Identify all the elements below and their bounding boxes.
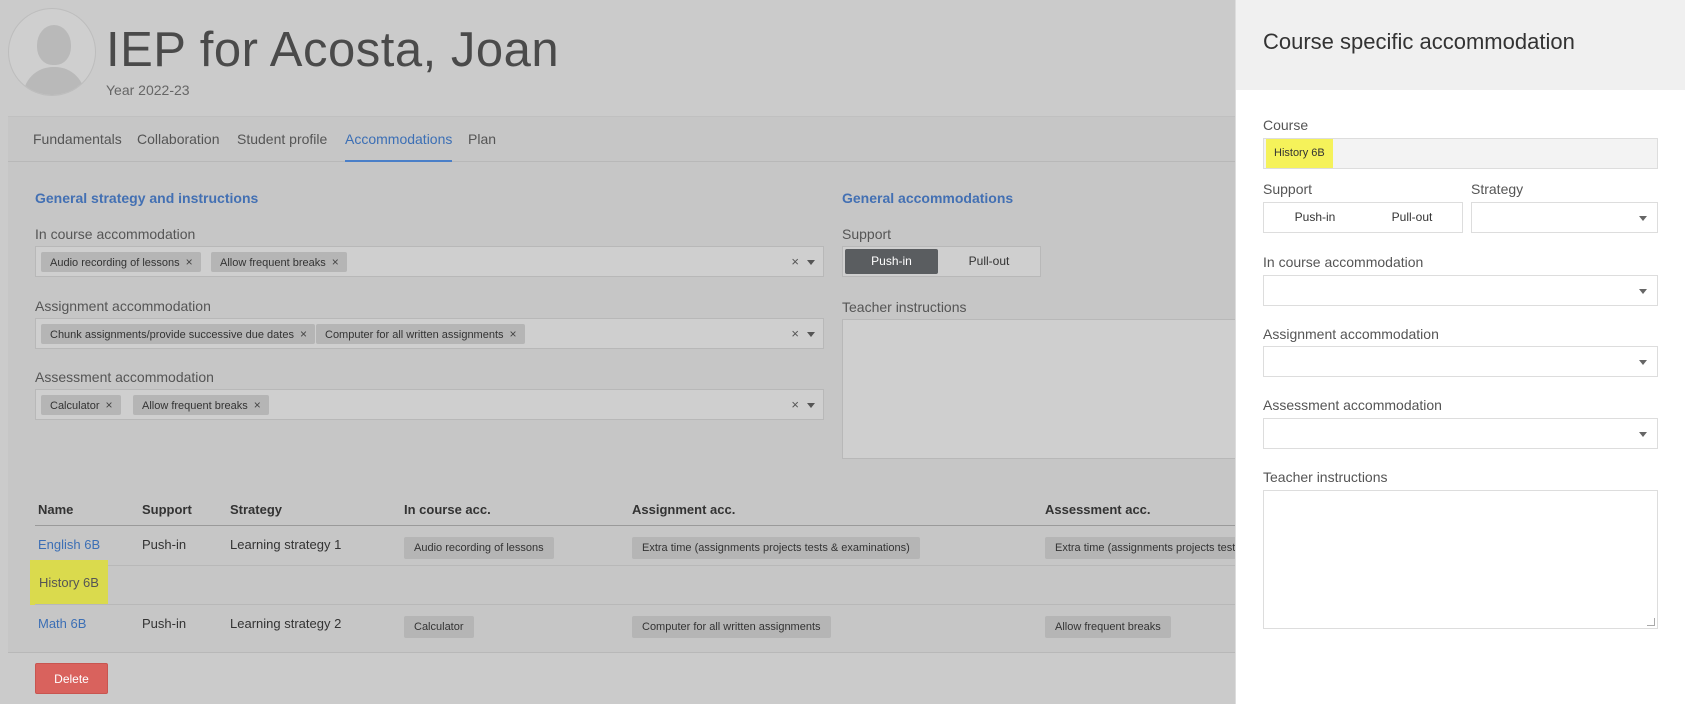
chip[interactable]: Allow frequent breaks × — [211, 252, 347, 272]
in-course-label: In course accommodation — [35, 226, 196, 242]
avatar-body-shape — [23, 67, 85, 95]
chip-label: Allow frequent breaks — [220, 257, 326, 269]
row-strategy: Learning strategy 1 — [230, 537, 342, 552]
panel-header: Course specific accommodation — [1236, 0, 1685, 90]
panel-support-toggle: Push-in Pull-out — [1263, 202, 1463, 233]
assessment-label: Assessment accommodation — [35, 369, 214, 385]
support-label: Support — [842, 226, 892, 242]
row-assignment-chip: Computer for all written assignments — [632, 616, 831, 638]
assignment-select[interactable] — [1263, 346, 1658, 377]
col-header-assessment: Assessment acc. — [1045, 502, 1151, 517]
col-header-name: Name — [38, 502, 74, 517]
chip[interactable]: Allow frequent breaks × — [133, 395, 269, 415]
panel-support-label: Support — [1263, 181, 1313, 197]
teacher-instructions-textarea[interactable] — [842, 319, 1242, 459]
pull-out-button[interactable]: Pull-out — [940, 249, 1038, 274]
panel-assessment-label: Assessment accommodation — [1263, 397, 1442, 413]
assignment-label: Assignment accommodation — [35, 298, 211, 314]
row-assessment-chip: Extra time (assignments projects tests — [1045, 537, 1251, 559]
row-divider — [35, 604, 1235, 605]
chevron-down-icon[interactable] — [807, 332, 815, 337]
assessment-multiselect[interactable]: Calculator × Allow frequent breaks × × — [35, 389, 824, 420]
tab-student-profile[interactable]: Student profile — [237, 131, 327, 147]
chip-remove-icon[interactable]: × — [300, 327, 307, 341]
tab-plan[interactable]: Plan — [468, 131, 496, 147]
strategy-label: Strategy — [1471, 181, 1524, 197]
resize-grip-icon[interactable] — [1647, 618, 1655, 626]
chevron-down-icon — [1639, 289, 1647, 294]
chevron-down-icon[interactable] — [807, 260, 815, 265]
panel-push-in-button[interactable]: Push-in — [1266, 205, 1364, 230]
course-link-history[interactable]: History 6B — [30, 560, 108, 605]
course-value: History 6B — [1266, 139, 1333, 168]
row-assessment-chip: Allow frequent breaks — [1045, 616, 1171, 638]
in-course-multiselect[interactable]: Audio recording of lessons × Allow freque… — [35, 246, 824, 277]
general-accommodations-title: General accommodations — [842, 190, 1014, 206]
page-title: IEP for Acosta, Joan — [106, 23, 560, 77]
chip-remove-icon[interactable]: × — [332, 255, 339, 269]
chevron-down-icon — [1639, 216, 1647, 221]
teacher-instructions-label: Teacher instructions — [842, 299, 967, 315]
school-year: Year 2022-23 — [106, 82, 190, 98]
course-link-english[interactable]: English 6B — [38, 537, 100, 552]
panel-pull-out-button[interactable]: Pull-out — [1364, 205, 1460, 230]
tab-bar: Fundamentals Collaboration Student profi… — [8, 117, 1248, 162]
chip[interactable]: Computer for all written assignments × — [316, 324, 525, 344]
row-strategy: Learning strategy 2 — [230, 616, 342, 631]
tab-fundamentals[interactable]: Fundamentals — [33, 131, 122, 147]
assessment-select[interactable] — [1263, 418, 1658, 449]
panel-teacher-textarea[interactable] — [1263, 490, 1658, 629]
row-assignment-chip: Extra time (assignments projects tests &… — [632, 537, 920, 559]
panel-assignment-label: Assignment accommodation — [1263, 326, 1439, 342]
chevron-down-icon — [1639, 432, 1647, 437]
table-header-divider — [35, 525, 1235, 526]
row-divider — [35, 565, 1235, 566]
chip-remove-icon[interactable]: × — [510, 327, 517, 341]
course-field[interactable]: History 6B — [1263, 138, 1658, 169]
tab-collaboration[interactable]: Collaboration — [137, 131, 220, 147]
chip-remove-icon[interactable]: × — [186, 255, 193, 269]
course-accommodation-panel: Course specific accommodation Course His… — [1235, 0, 1685, 704]
avatar-head-shape — [37, 25, 71, 65]
row-in-course-chip: Calculator — [404, 616, 474, 638]
row-in-course-chip: Audio recording of lessons — [404, 537, 554, 559]
chevron-down-icon[interactable] — [807, 403, 815, 408]
assignment-multiselect[interactable]: Chunk assignments/provide successive due… — [35, 318, 824, 349]
col-header-support: Support — [142, 502, 192, 517]
course-label: Course — [1263, 117, 1309, 133]
row-support: Push-in — [142, 537, 187, 552]
chevron-down-icon — [1639, 360, 1647, 365]
table-bottom-divider — [8, 652, 1238, 653]
strategy-select[interactable] — [1471, 202, 1658, 233]
avatar — [8, 8, 96, 96]
clear-icon[interactable]: × — [791, 397, 799, 412]
delete-button[interactable]: Delete — [35, 663, 108, 694]
clear-icon[interactable]: × — [791, 254, 799, 269]
push-in-button[interactable]: Push-in — [845, 249, 938, 274]
col-header-in-course: In course acc. — [404, 502, 491, 517]
chip-label: Computer for all written assignments — [325, 329, 504, 341]
support-toggle: Push-in Pull-out — [842, 246, 1041, 277]
row-support: Push-in — [142, 616, 187, 631]
chip-label: Audio recording of lessons — [50, 257, 180, 269]
chip[interactable]: Audio recording of lessons × — [41, 252, 201, 272]
course-link-math[interactable]: Math 6B — [38, 616, 86, 631]
chip-remove-icon[interactable]: × — [254, 398, 261, 412]
chip[interactable]: Calculator × — [41, 395, 121, 415]
tab-accommodations[interactable]: Accommodations — [345, 131, 453, 162]
panel-in-course-label: In course accommodation — [1263, 254, 1424, 270]
general-strategy-title: General strategy and instructions — [35, 190, 259, 206]
col-header-strategy: Strategy — [230, 502, 283, 517]
chip-remove-icon[interactable]: × — [106, 398, 113, 412]
chip[interactable]: Chunk assignments/provide successive due… — [41, 324, 315, 344]
in-course-select[interactable] — [1263, 275, 1658, 306]
chip-label: Calculator — [50, 400, 100, 412]
panel-title: Course specific accommodation — [1263, 29, 1575, 54]
panel-teacher-label: Teacher instructions — [1263, 469, 1388, 485]
col-header-assignment: Assignment acc. — [632, 502, 736, 517]
chip-label: Allow frequent breaks — [142, 400, 248, 412]
clear-icon[interactable]: × — [791, 326, 799, 341]
chip-label: Chunk assignments/provide successive due… — [50, 329, 294, 341]
